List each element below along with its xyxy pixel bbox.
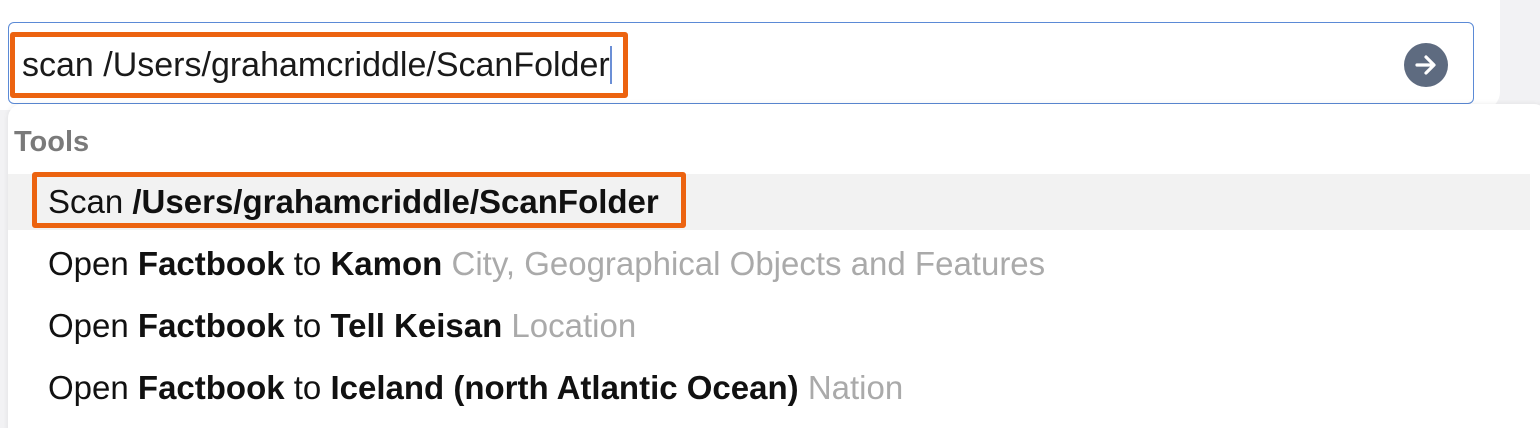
section-title-tools: Tools bbox=[14, 126, 90, 158]
go-button[interactable] bbox=[1404, 43, 1448, 87]
suggestion-target: Iceland (north Atlantic Ocean) bbox=[330, 369, 808, 406]
text-caret bbox=[610, 46, 612, 84]
suggestion-verb: Open bbox=[48, 307, 138, 344]
suggestion-verb: Scan bbox=[48, 183, 133, 220]
search-input-value: scan /Users/grahamcriddle/ScanFolder bbox=[22, 46, 610, 84]
suggestion-app: Factbook bbox=[137, 369, 294, 406]
suggestion-verb: Open bbox=[48, 245, 138, 282]
suggestion-item-tell-keisan[interactable]: Open Factbook to Tell Keisan Location bbox=[8, 298, 1530, 354]
suggestion-item-scan[interactable]: Scan /Users/grahamcriddle/ScanFolder bbox=[8, 174, 1530, 230]
suggestion-category: City, Geographical Objects and Features bbox=[451, 245, 1046, 282]
suggestion-app: Factbook bbox=[137, 307, 294, 344]
suggestion-connector: to bbox=[293, 369, 331, 406]
suggestion-connector: to bbox=[293, 245, 331, 282]
suggestion-app: Factbook bbox=[137, 245, 294, 282]
suggestion-verb: Open bbox=[48, 369, 138, 406]
suggestion-path: /Users/grahamcriddle/ScanFolder bbox=[132, 183, 659, 220]
arrow-right-circle-icon bbox=[1415, 55, 1436, 75]
suggestion-connector: to bbox=[293, 307, 331, 344]
app-canvas: scan /Users/grahamcriddle/ScanFolder Too… bbox=[0, 0, 1540, 428]
suggestion-item-kamon[interactable]: Open Factbook to Kamon City, Geographica… bbox=[8, 236, 1530, 292]
suggestion-target: Kamon bbox=[330, 245, 452, 282]
suggestion-item-iceland[interactable]: Open Factbook to Iceland (north Atlantic… bbox=[8, 360, 1530, 416]
suggestion-target: Tell Keisan bbox=[330, 307, 512, 344]
suggestion-category: Nation bbox=[807, 369, 904, 406]
suggestion-category: Location bbox=[511, 307, 637, 344]
